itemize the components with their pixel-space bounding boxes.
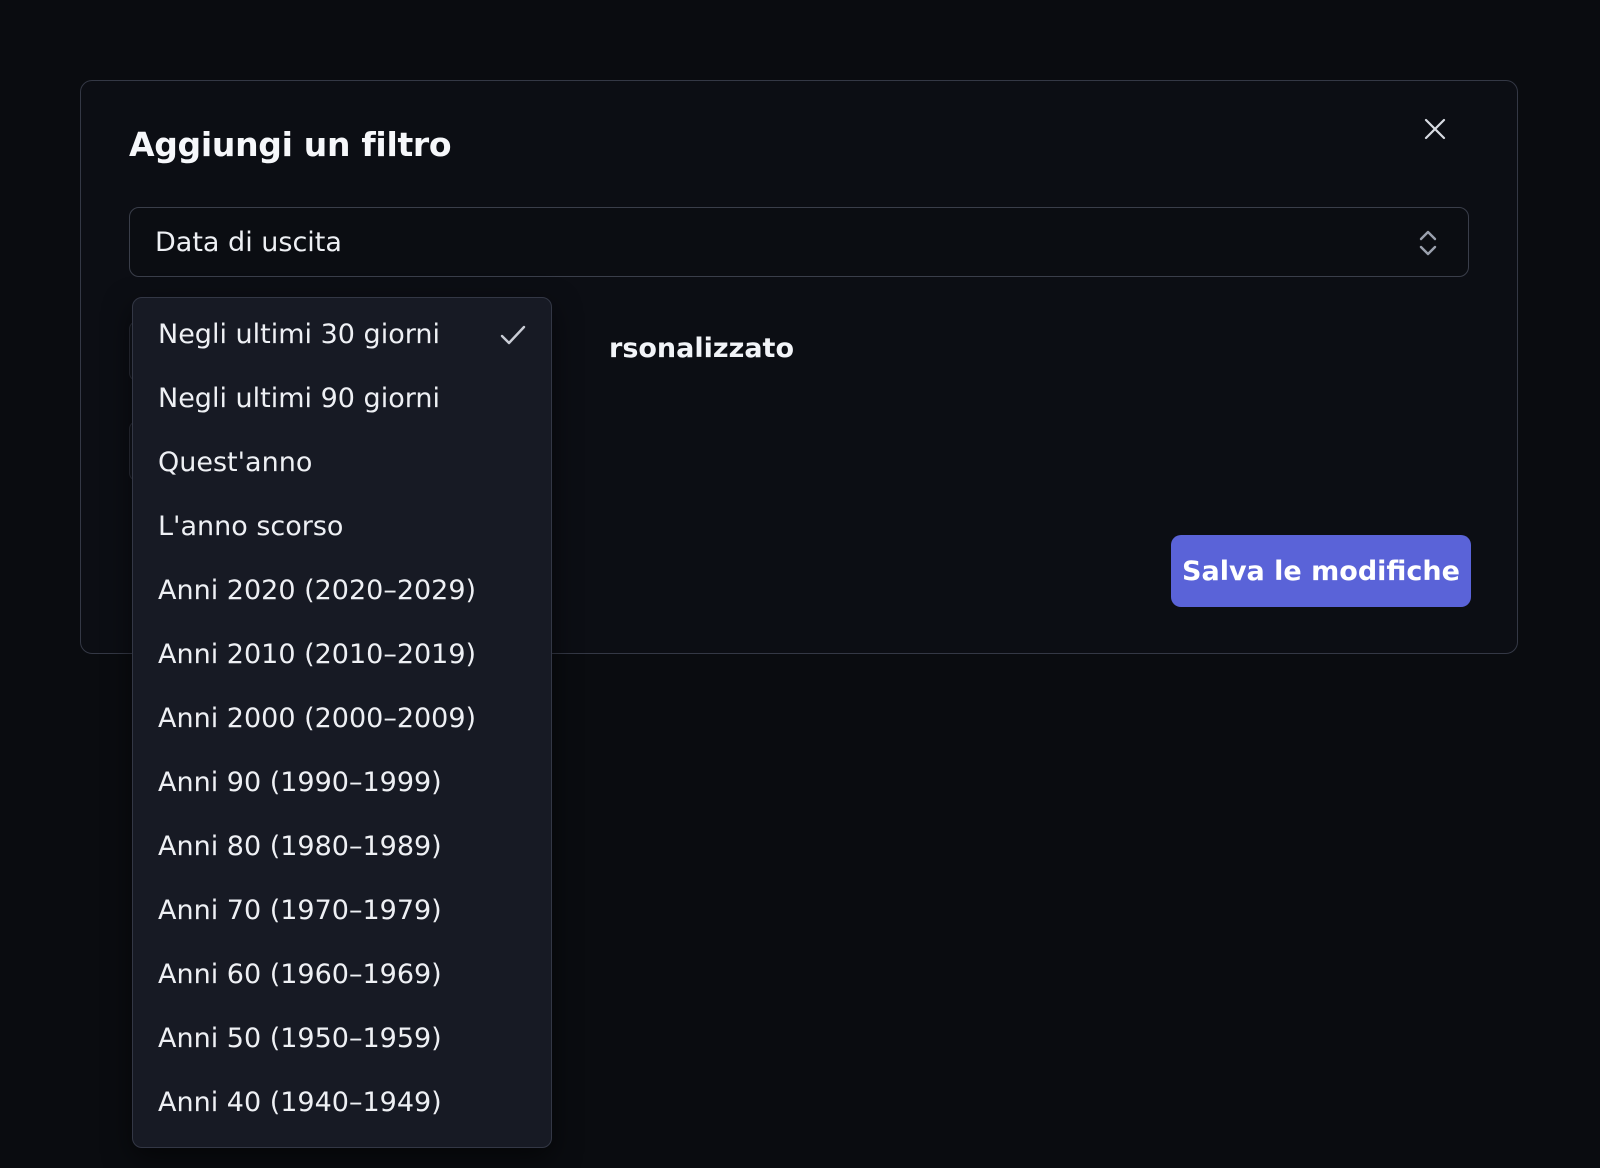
dropdown-option[interactable]: Quest'anno: [133, 431, 551, 495]
dropdown-option-label: Anni 50 (1950–1959): [158, 1023, 442, 1054]
dropdown-option[interactable]: Negli ultimi 90 giorni: [133, 367, 551, 431]
dropdown-option[interactable]: Anni 2000 (2000–2009): [133, 687, 551, 751]
dropdown-option[interactable]: Anni 70 (1970–1979): [133, 879, 551, 943]
custom-range-label: rsonalizzato: [609, 333, 794, 364]
dropdown-option-label: Anni 2000 (2000–2009): [158, 703, 477, 734]
dropdown-option-label: Anni 2020 (2020–2029): [158, 575, 477, 606]
save-button[interactable]: Salva le modifiche: [1171, 535, 1471, 607]
dropdown-option-label: Anni 80 (1980–1989): [158, 831, 442, 862]
close-button[interactable]: [1415, 109, 1455, 149]
dropdown-option-label: Anni 60 (1960–1969): [158, 959, 442, 990]
dropdown-option-label: Anni 90 (1990–1999): [158, 767, 442, 798]
dropdown-option[interactable]: L'anno scorso: [133, 495, 551, 559]
release-date-dropdown: Negli ultimi 30 giorni Negli ultimi 90 gi…: [132, 297, 552, 1148]
dropdown-option[interactable]: Anni 2020 (2020–2029): [133, 559, 551, 623]
dropdown-option-label: Anni 40 (1940–1949): [158, 1087, 442, 1118]
dropdown-option[interactable]: Anni 50 (1950–1959): [133, 1007, 551, 1071]
dropdown-option-label: Negli ultimi 90 giorni: [158, 383, 440, 414]
dropdown-option[interactable]: Anni 2010 (2010–2019): [133, 623, 551, 687]
chevron-up-down-icon: [1419, 230, 1437, 256]
dropdown-option[interactable]: Anni 40 (1940–1949): [133, 1071, 551, 1135]
filter-field-value: Data di uscita: [155, 227, 342, 258]
dropdown-option[interactable]: Anni 80 (1980–1989): [133, 815, 551, 879]
dropdown-option[interactable]: Negli ultimi 30 giorni: [133, 303, 551, 367]
dropdown-option-label: Quest'anno: [158, 447, 313, 478]
filter-field-select[interactable]: Data di uscita: [129, 207, 1469, 277]
dropdown-option-label: Anni 2010 (2010–2019): [158, 639, 477, 670]
dropdown-option[interactable]: Anni 90 (1990–1999): [133, 751, 551, 815]
dropdown-option-label: L'anno scorso: [158, 511, 344, 542]
close-icon: [1424, 118, 1446, 140]
dropdown-option[interactable]: Anni 60 (1960–1969): [133, 943, 551, 1007]
dialog-title: Aggiungi un filtro: [129, 125, 452, 164]
dropdown-option-label: Anni 70 (1970–1979): [158, 895, 442, 926]
dropdown-option-label: Negli ultimi 30 giorni: [158, 319, 440, 350]
check-icon: [500, 325, 526, 345]
